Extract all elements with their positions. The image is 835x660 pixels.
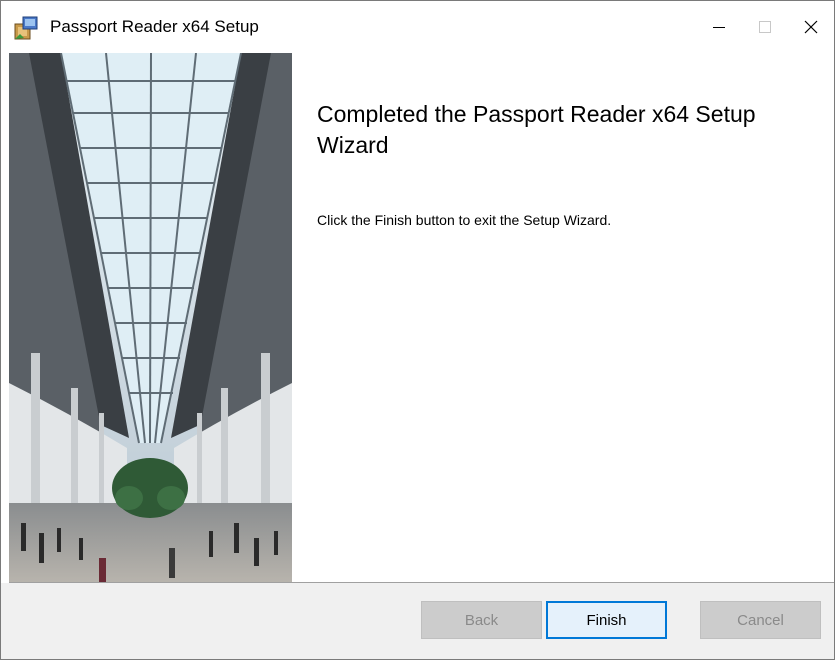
finish-button[interactable]: Finish (546, 601, 667, 639)
minimize-icon (713, 27, 725, 28)
minimize-button[interactable] (696, 1, 742, 53)
close-button[interactable] (788, 1, 834, 53)
maximize-button (742, 1, 788, 53)
setup-window: Passport Reader x64 Setup Completed the … (0, 0, 835, 660)
installer-package-icon (14, 16, 38, 40)
page-title: Completed the Passport Reader x64 Setup … (317, 101, 756, 158)
back-button: Back (421, 601, 542, 639)
title-bar[interactable]: Passport Reader x64 Setup (1, 1, 834, 53)
maximize-icon (759, 21, 771, 33)
instruction-text: Click the Finish button to exit the Setu… (317, 212, 612, 228)
window-title: Passport Reader x64 Setup (50, 17, 259, 36)
airport-terminal-photo (9, 53, 292, 583)
cancel-button: Cancel (700, 601, 821, 639)
close-icon (804, 20, 818, 34)
